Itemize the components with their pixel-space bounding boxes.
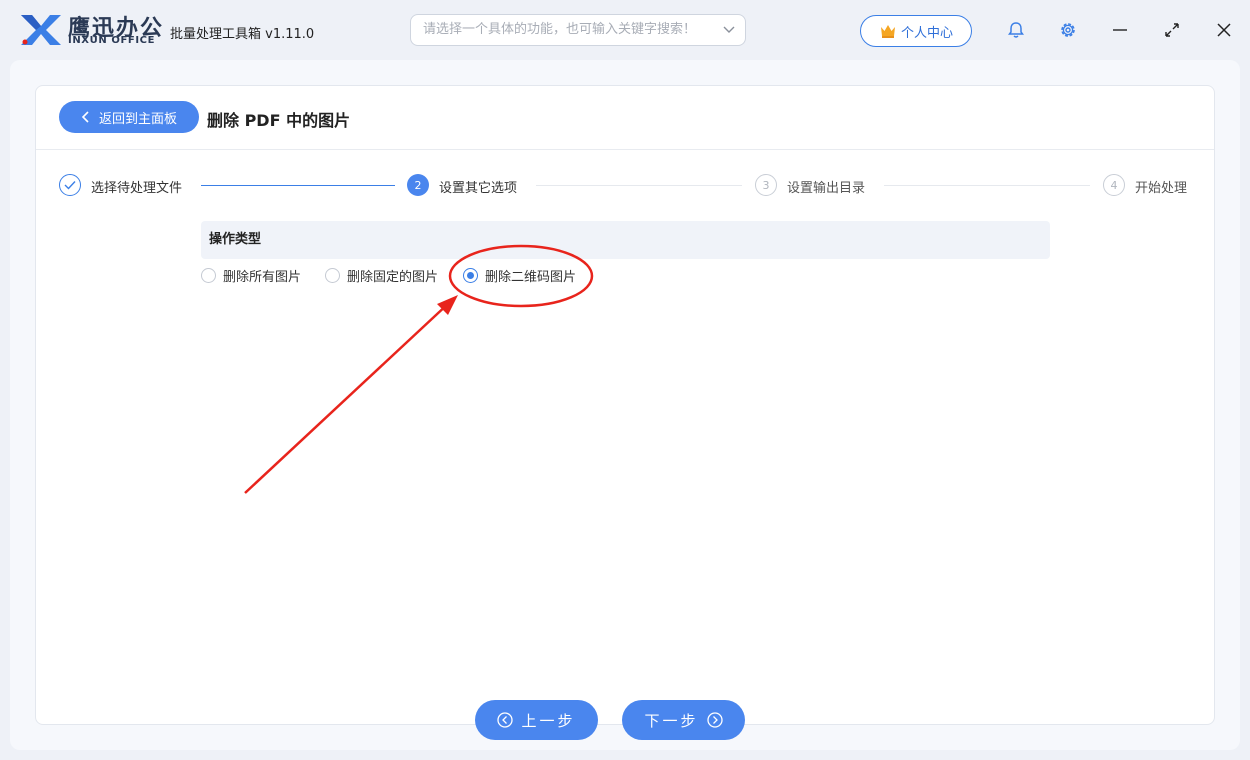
- circle-chevron-right-icon: [706, 712, 723, 728]
- previous-step-button[interactable]: 上一步: [475, 700, 598, 740]
- step-connector: [536, 185, 742, 186]
- step-1-label: 选择待处理文件: [91, 181, 183, 196]
- step-connector: [884, 185, 1090, 186]
- back-to-dashboard-button[interactable]: 返回到主面板: [59, 101, 199, 133]
- option-delete-qrcode-images[interactable]: 删除二维码图片: [463, 266, 577, 285]
- step-connector: [201, 185, 395, 186]
- brand-name-en: INXUN OFFICE: [68, 35, 156, 46]
- step-3-label: 设置输出目录: [787, 181, 866, 196]
- step-2-number: 2: [407, 174, 429, 196]
- option-label: 删除固定的图片: [347, 269, 439, 285]
- back-button-label: 返回到主面板: [98, 111, 177, 127]
- page-title: 删除 PDF 中的图片: [207, 111, 351, 130]
- circle-chevron-left-icon: [497, 712, 514, 728]
- radio-button[interactable]: [325, 267, 340, 283]
- option-label: 删除二维码图片: [485, 269, 577, 285]
- chevron-left-icon: [81, 111, 89, 123]
- app-title: 批量处理工具箱 v1.11.0: [170, 27, 315, 42]
- step-1-check-icon: [59, 174, 81, 196]
- step-4-number: 4: [1103, 174, 1125, 196]
- logo-icon: [21, 15, 61, 45]
- chevron-down-icon: [723, 26, 735, 33]
- step-2-label: 设置其它选项: [439, 181, 518, 196]
- step-4-label: 开始处理: [1135, 181, 1188, 196]
- user-center-label: 个人中心: [900, 25, 953, 41]
- previous-step-label: 上一步: [521, 711, 576, 730]
- next-step-button[interactable]: 下一步: [622, 700, 745, 740]
- user-center-button[interactable]: 个人中心: [860, 15, 972, 47]
- step-3-number: 3: [755, 174, 777, 196]
- operation-type-header: 操作类型: [201, 221, 1050, 259]
- divider: [36, 149, 1214, 150]
- search-input[interactable]: 请选择一个具体的功能，也可输入关键字搜索！: [410, 14, 746, 46]
- maximize-icon[interactable]: [1162, 20, 1182, 40]
- option-delete-fixed-images[interactable]: 删除固定的图片: [325, 266, 439, 285]
- minimize-icon[interactable]: [1110, 20, 1130, 40]
- search-placeholder: 请选择一个具体的功能，也可输入关键字搜索！: [423, 22, 697, 37]
- bell-icon[interactable]: [1006, 20, 1026, 40]
- gear-icon[interactable]: [1058, 20, 1078, 40]
- main-card: [35, 85, 1215, 725]
- option-delete-all-images[interactable]: 删除所有图片: [201, 266, 302, 285]
- title-bar: 鹰迅办公 INXUN OFFICE 批量处理工具箱 v1.11.0 请选择一个具…: [0, 0, 1250, 60]
- close-icon[interactable]: [1214, 20, 1234, 40]
- option-label: 删除所有图片: [223, 269, 302, 285]
- radio-button-selected[interactable]: [463, 267, 478, 283]
- radio-button[interactable]: [201, 267, 216, 283]
- crown-icon: [880, 25, 895, 38]
- next-step-label: 下一步: [644, 711, 699, 730]
